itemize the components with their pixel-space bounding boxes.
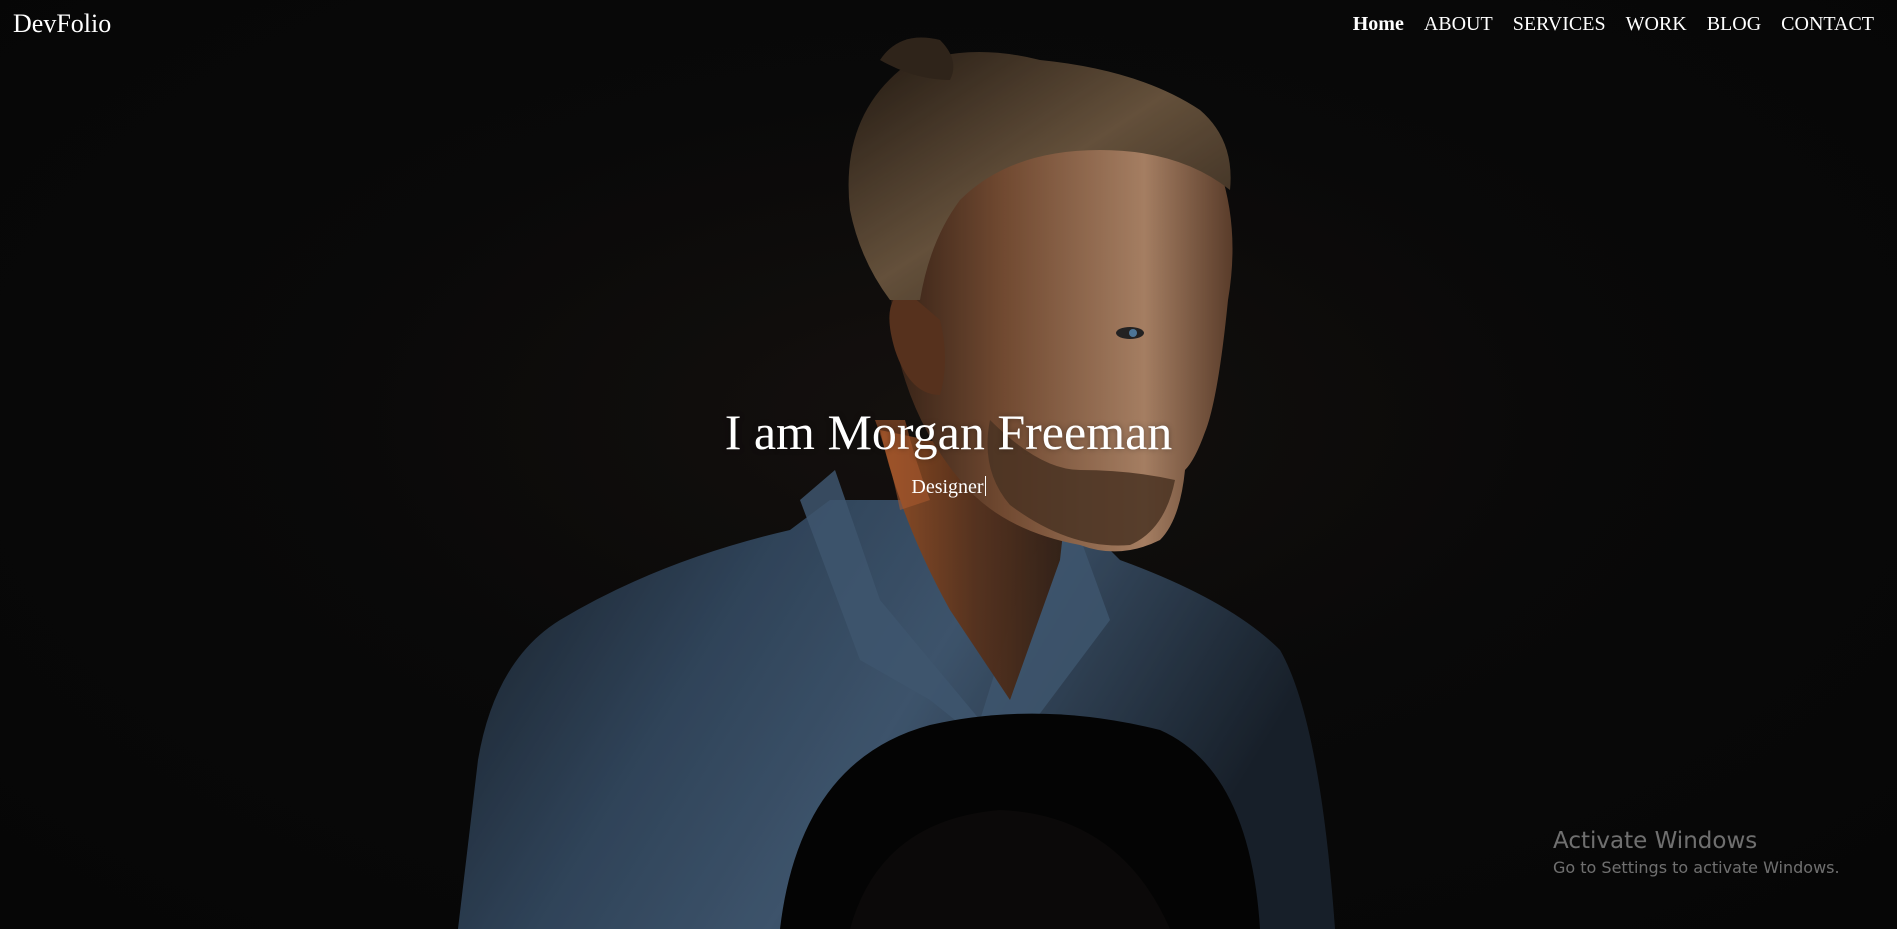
nav-menu: Home ABOUT SERVICES WORK BLOG CONTACT	[1353, 13, 1874, 36]
nav-item-contact: CONTACT	[1781, 13, 1874, 36]
nav-item-about: ABOUT	[1424, 13, 1493, 36]
nav-item-services: SERVICES	[1513, 13, 1606, 36]
nav-item-home: Home	[1353, 13, 1404, 36]
navbar: DevFolio Home ABOUT SERVICES WORK BLOG C…	[0, 0, 1897, 52]
nav-link-home[interactable]: Home	[1353, 13, 1404, 35]
hero-title: I am Morgan Freeman	[724, 404, 1173, 460]
nav-link-work[interactable]: WORK	[1626, 13, 1687, 35]
windows-activation-watermark: Activate Windows Go to Settings to activ…	[1553, 826, 1840, 880]
nav-link-services[interactable]: SERVICES	[1513, 13, 1606, 35]
nav-item-work: WORK	[1626, 13, 1687, 36]
typing-cursor	[984, 476, 986, 496]
activation-title: Activate Windows	[1553, 828, 1758, 854]
nav-link-contact[interactable]: CONTACT	[1781, 13, 1874, 35]
hero-section: DevFolio Home ABOUT SERVICES WORK BLOG C…	[0, 0, 1897, 929]
brand-logo[interactable]: DevFolio	[13, 9, 111, 39]
nav-link-blog[interactable]: BLOG	[1707, 13, 1761, 35]
hero-subtitle: Designer	[911, 476, 984, 498]
nav-item-blog: BLOG	[1707, 13, 1761, 36]
nav-link-about[interactable]: ABOUT	[1424, 13, 1493, 35]
hero-intro: I am Morgan Freeman Designer	[0, 402, 1897, 499]
activation-subtitle: Go to Settings to activate Windows.	[1553, 858, 1840, 877]
hero-subtitle-line: Designer	[0, 475, 1897, 499]
